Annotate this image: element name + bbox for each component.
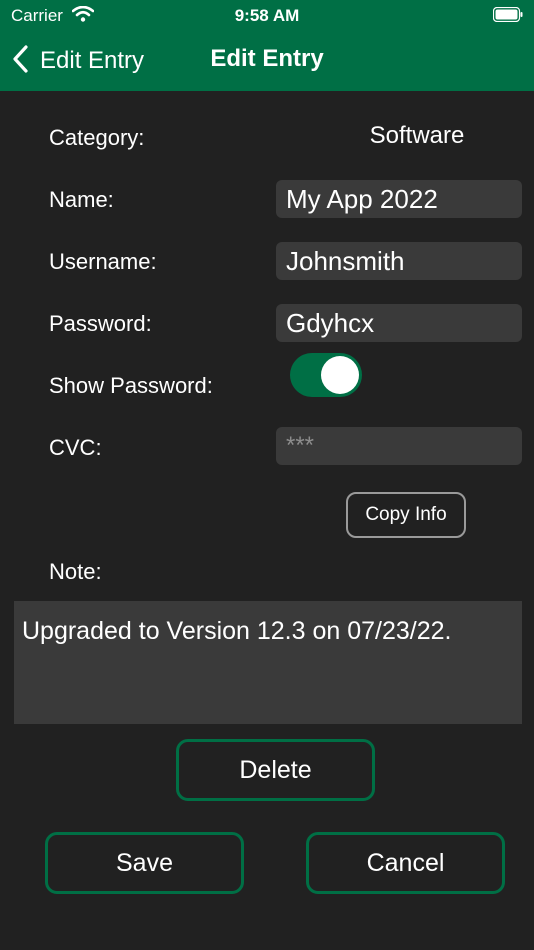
category-picker[interactable]: Software <box>276 122 522 150</box>
show-password-toggle[interactable] <box>290 353 362 397</box>
navigation-bar: Edit Entry Edit Entry <box>0 30 534 91</box>
cancel-button[interactable]: Cancel <box>306 832 505 894</box>
save-button[interactable]: Save <box>45 832 244 894</box>
password-label: Password: <box>49 311 152 336</box>
toggle-knob <box>321 356 359 394</box>
note-label: Note: <box>49 559 102 584</box>
page-title: Edit Entry <box>210 45 324 72</box>
show-password-label: Show Password: <box>49 373 213 398</box>
note-textarea[interactable]: Upgraded to Version 12.3 on 07/23/22. <box>14 601 522 724</box>
password-field[interactable]: Gdyhcx <box>276 304 522 342</box>
battery-icon <box>492 6 523 27</box>
username-field[interactable]: Johnsmith <box>276 242 522 280</box>
name-field[interactable]: My App 2022 <box>276 180 522 218</box>
status-bar: Carrier 9:58 AM <box>0 0 534 30</box>
copy-info-button[interactable]: Copy Info <box>346 492 466 538</box>
cvc-field[interactable]: *** <box>276 427 522 465</box>
username-label: Username: <box>49 249 157 274</box>
delete-button[interactable]: Delete <box>176 739 375 801</box>
status-time: 9:58 AM <box>234 6 300 25</box>
name-label: Name: <box>49 187 114 212</box>
category-label: Category: <box>49 125 145 150</box>
cvc-label: CVC: <box>49 435 102 460</box>
